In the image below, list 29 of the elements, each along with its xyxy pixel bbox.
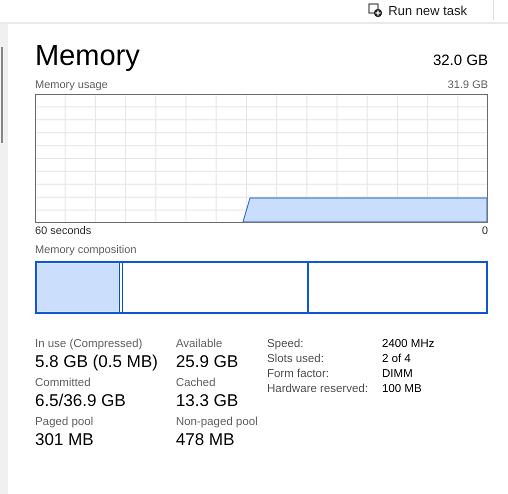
graph-label: Memory usage (35, 78, 108, 93)
detail-value: 100 MB (382, 383, 423, 395)
detail-label: Form factor: (267, 368, 330, 380)
detail-label: Slots used: (267, 353, 325, 365)
stat-value: 478 MB (176, 430, 236, 450)
stat-label: Available (176, 338, 224, 350)
detail-label: Speed: (267, 338, 304, 350)
add-task-icon (368, 3, 382, 17)
detail-label: Hardware reserved: (267, 383, 369, 395)
graph-max-value: 31.9 GB (448, 78, 488, 93)
composition-label: Memory composition (35, 243, 136, 258)
detail-value: 2 of 4 (382, 353, 412, 365)
total-memory: 32.0 GB (432, 52, 488, 69)
stat-label: Committed (35, 377, 92, 389)
stat-label: Non-paged pool (176, 416, 258, 428)
stat-label: Cached (176, 377, 216, 389)
axis-end-label: 0 (482, 224, 488, 239)
stat-value: 25.9 GB (176, 352, 240, 372)
stat-value: 6.5/36.9 GB (35, 391, 127, 411)
detail-value: DIMM (382, 368, 414, 380)
axis-start-label: 60 seconds (35, 224, 92, 239)
stat-value: 13.3 GB (176, 391, 240, 411)
panel-title: Memory (35, 40, 140, 73)
stat-label: Paged pool (35, 416, 94, 428)
stat-value: 301 MB (35, 430, 95, 450)
stat-value: 5.8 GB (0.5 MB) (35, 352, 158, 372)
run-new-task-button[interactable]: Run new task (362, 0, 494, 20)
stat-label: In use (Compressed) (35, 338, 144, 350)
detail-value: 2400 MHz (382, 338, 434, 350)
